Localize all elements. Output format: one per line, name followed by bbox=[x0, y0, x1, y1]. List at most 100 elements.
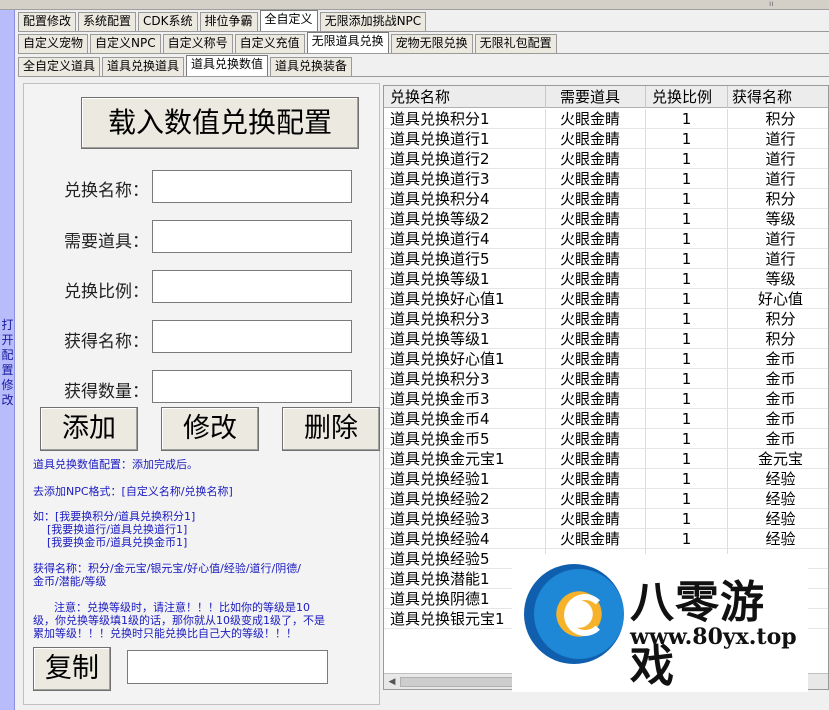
cell-required-item[interactable]: 火眼金睛 bbox=[546, 309, 646, 329]
cell-exchange-name[interactable]: 道具兑换积分1 bbox=[384, 109, 546, 129]
cell-ratio[interactable]: 1 bbox=[646, 469, 728, 489]
tab-main-1[interactable]: 系统配置 bbox=[78, 12, 137, 31]
cell-exchange-name[interactable]: 道具兑换积分3 bbox=[384, 309, 546, 329]
tab-custom-0[interactable]: 自定义宠物 bbox=[18, 34, 89, 53]
delete-button[interactable]: 删除 bbox=[282, 407, 380, 451]
copy-text-input[interactable] bbox=[127, 650, 328, 684]
cell-required-item[interactable]: 火眼金睛 bbox=[546, 289, 646, 309]
tab-custom-2[interactable]: 自定义称号 bbox=[162, 34, 233, 53]
tab-exchange-0[interactable]: 全自定义道具 bbox=[18, 57, 101, 76]
scroll-left-icon[interactable]: ◀ bbox=[386, 676, 398, 688]
table-row[interactable]: 道具兑换等级1 火眼金睛 1 等级 bbox=[384, 269, 828, 289]
cell-required-item[interactable]: 火眼金睛 bbox=[546, 229, 646, 249]
cell-required-item[interactable]: 火眼金睛 bbox=[546, 469, 646, 489]
cell-required-item[interactable]: 火眼金睛 bbox=[546, 169, 646, 189]
cell-ratio[interactable]: 1 bbox=[646, 429, 728, 449]
cell-required-item[interactable]: 火眼金睛 bbox=[546, 369, 646, 389]
load-config-button[interactable]: 载入数值兑换配置 bbox=[81, 97, 359, 149]
cell-required-item[interactable]: 火眼金睛 bbox=[546, 489, 646, 509]
cell-obtain-name[interactable]: 道行 bbox=[728, 129, 828, 149]
cell-obtain-name[interactable]: 金币 bbox=[728, 429, 828, 449]
table-row[interactable]: 道具兑换好心值1 火眼金睛 1 好心值 bbox=[384, 289, 828, 309]
column-header-ratio[interactable]: 兑换比例 bbox=[646, 86, 728, 108]
cell-obtain-name[interactable]: 道行 bbox=[728, 229, 828, 249]
cell-ratio[interactable]: 1 bbox=[646, 129, 728, 149]
cell-obtain-name[interactable]: 金币 bbox=[728, 409, 828, 429]
cell-obtain-name[interactable]: 积分 bbox=[728, 189, 828, 209]
exchange-name-input[interactable] bbox=[152, 170, 352, 203]
cell-required-item[interactable]: 火眼金睛 bbox=[546, 409, 646, 429]
open-config-sidebar[interactable]: 打开配置修改 bbox=[0, 10, 15, 710]
table-row[interactable]: 道具兑换道行2 火眼金睛 1 道行 bbox=[384, 149, 828, 169]
cell-exchange-name[interactable]: 道具兑换经验3 bbox=[384, 509, 546, 529]
cell-required-item[interactable]: 火眼金睛 bbox=[546, 449, 646, 469]
cell-exchange-name[interactable]: 道具兑换金元宝1 bbox=[384, 449, 546, 469]
cell-exchange-name[interactable]: 道具兑换好心值1 bbox=[384, 289, 546, 309]
tab-custom-6[interactable]: 无限礼包配置 bbox=[474, 34, 557, 53]
tab-custom-5[interactable]: 宠物无限兑换 bbox=[390, 34, 473, 53]
tab-exchange-1[interactable]: 道具兑换道具 bbox=[102, 57, 185, 76]
cell-required-item[interactable]: 火眼金睛 bbox=[546, 249, 646, 269]
table-row[interactable]: 道具兑换经验1火眼金睛1经验1( bbox=[384, 469, 828, 489]
cell-obtain-name[interactable]: 积分 bbox=[728, 109, 828, 129]
cell-obtain-name[interactable]: 经验 bbox=[728, 469, 828, 489]
table-row[interactable]: 道具兑换等级1 火眼金睛 1 积分 bbox=[384, 329, 828, 349]
cell-obtain-name[interactable]: 道行 bbox=[728, 149, 828, 169]
cell-required-item[interactable]: 火眼金睛 bbox=[546, 129, 646, 149]
scroll-thumb[interactable] bbox=[400, 677, 530, 687]
table-row[interactable]: 道具兑换积分3 火眼金睛 1 积分 bbox=[384, 309, 828, 329]
cell-ratio[interactable]: 1 bbox=[646, 109, 728, 129]
tab-custom-3[interactable]: 自定义充值 bbox=[234, 34, 305, 53]
add-button[interactable]: 添加 bbox=[40, 407, 138, 451]
cell-ratio[interactable]: 1 bbox=[646, 529, 728, 549]
edit-button[interactable]: 修改 bbox=[161, 407, 259, 451]
cell-ratio[interactable]: 1 bbox=[646, 329, 728, 349]
cell-obtain-name[interactable]: 金元宝 bbox=[728, 449, 828, 469]
cell-ratio[interactable]: 1 bbox=[646, 169, 728, 189]
cell-ratio[interactable]: 1 bbox=[646, 209, 728, 229]
cell-obtain-name[interactable]: 好心值 bbox=[728, 289, 828, 309]
cell-obtain-name[interactable]: 金币 bbox=[728, 389, 828, 409]
tab-custom-1[interactable]: 自定义NPC bbox=[90, 34, 161, 53]
cell-required-item[interactable]: 火眼金睛 bbox=[546, 349, 646, 369]
table-row[interactable]: 道具兑换经验4 火眼金睛 1 经验 bbox=[384, 529, 828, 549]
cell-ratio[interactable]: 1 bbox=[646, 229, 728, 249]
cell-ratio[interactable]: 1 bbox=[646, 189, 728, 209]
cell-exchange-name[interactable]: 道具兑换金币3 bbox=[384, 389, 546, 409]
cell-exchange-name[interactable]: 道具兑换金币4 bbox=[384, 409, 546, 429]
tab-main-0[interactable]: 配置修改 bbox=[18, 12, 77, 31]
cell-ratio[interactable]: 1 bbox=[646, 349, 728, 369]
cell-required-item[interactable]: 火眼金睛 bbox=[546, 389, 646, 409]
table-row[interactable]: 道具兑换积分3 火眼金睛 1 金币 bbox=[384, 369, 828, 389]
cell-exchange-name[interactable]: 道具兑换等级2 bbox=[384, 209, 546, 229]
tab-main-2[interactable]: CDK系统 bbox=[138, 12, 198, 31]
cell-exchange-name[interactable]: 道具兑换道行2 bbox=[384, 149, 546, 169]
table-row[interactable]: 道具兑换好心值1火眼金睛1金币14 bbox=[384, 349, 828, 369]
cell-required-item[interactable]: 火眼金睛 bbox=[546, 189, 646, 209]
cell-ratio[interactable]: 1 bbox=[646, 509, 728, 529]
table-row[interactable]: 道具兑换道行1 火眼金睛 1 道行 bbox=[384, 129, 828, 149]
obtain-name-input[interactable] bbox=[152, 320, 352, 353]
cell-required-item[interactable]: 火眼金睛 bbox=[546, 329, 646, 349]
cell-exchange-name[interactable]: 道具兑换道行3 bbox=[384, 169, 546, 189]
cell-required-item[interactable]: 火眼金睛 bbox=[546, 269, 646, 289]
cell-exchange-name[interactable]: 道具兑换等级1 bbox=[384, 329, 546, 349]
cell-exchange-name[interactable]: 道具兑换经验2 bbox=[384, 489, 546, 509]
cell-ratio[interactable]: 1 bbox=[646, 289, 728, 309]
cell-ratio[interactable]: 1 bbox=[646, 449, 728, 469]
table-row[interactable]: 道具兑换经验2 火眼金睛 1 经验 bbox=[384, 489, 828, 509]
exchange-ratio-input[interactable] bbox=[152, 270, 352, 303]
table-row[interactable]: 道具兑换金币4 火眼金睛 1 金币 bbox=[384, 409, 828, 429]
cell-exchange-name[interactable]: 道具兑换积分4 bbox=[384, 189, 546, 209]
tab-main-4[interactable]: 全自定义 bbox=[259, 10, 318, 31]
cell-exchange-name[interactable]: 道具兑换好心值1 bbox=[384, 349, 546, 369]
required-item-input[interactable] bbox=[152, 220, 352, 253]
cell-obtain-name[interactable]: 经验 bbox=[728, 489, 828, 509]
cell-exchange-name[interactable]: 道具兑换积分3 bbox=[384, 369, 546, 389]
table-row[interactable]: 道具兑换金元宝1 火眼金睛 1 金元宝 bbox=[384, 449, 828, 469]
cell-ratio[interactable]: 1 bbox=[646, 309, 728, 329]
cell-obtain-name[interactable]: 道行 bbox=[728, 249, 828, 269]
cell-exchange-name[interactable]: 道具兑换金币5 bbox=[384, 429, 546, 449]
cell-obtain-name[interactable]: 道行 bbox=[728, 169, 828, 189]
cell-required-item[interactable]: 火眼金睛 bbox=[546, 429, 646, 449]
